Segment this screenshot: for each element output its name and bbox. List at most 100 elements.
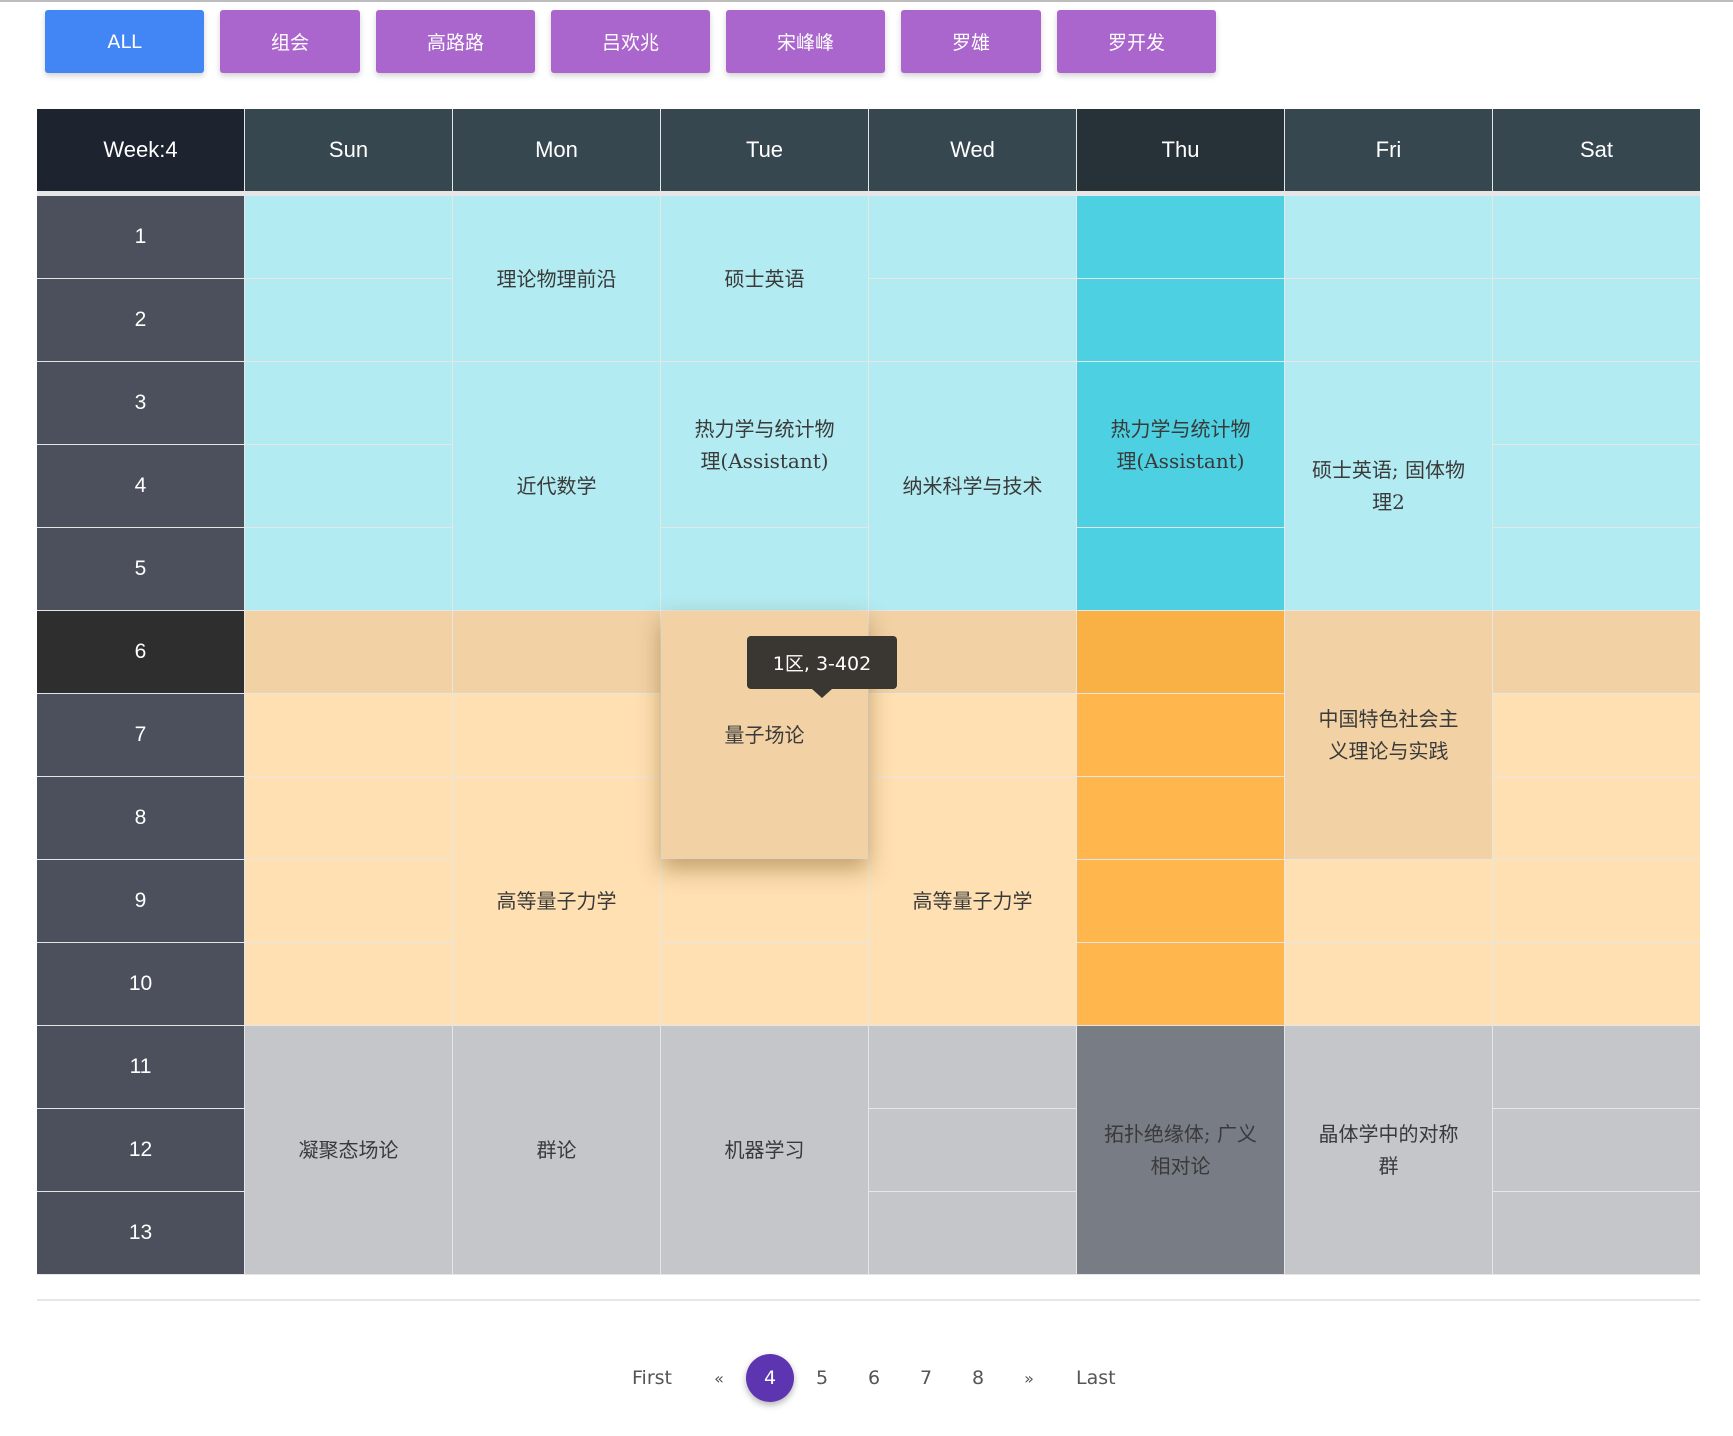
empty-slot[interactable] bbox=[869, 1109, 1076, 1191]
course-name: 凝聚态场论 bbox=[298, 1138, 399, 1162]
empty-slot[interactable] bbox=[1493, 1026, 1700, 1108]
empty-slot[interactable] bbox=[1285, 279, 1492, 361]
empty-slot[interactable] bbox=[1493, 362, 1700, 444]
filter-button[interactable]: 罗雄 bbox=[901, 10, 1041, 73]
course-name: 高等量子力学 bbox=[496, 889, 617, 913]
empty-slot[interactable] bbox=[1077, 196, 1284, 278]
course-name: 硕士英语 bbox=[724, 266, 805, 291]
empty-slot[interactable] bbox=[1077, 611, 1284, 693]
course-cell[interactable]: 机器学习 bbox=[661, 1026, 868, 1274]
day-header-mon: Mon bbox=[453, 109, 660, 191]
empty-slot[interactable] bbox=[869, 196, 1076, 278]
filter-button[interactable]: 罗开发 bbox=[1057, 10, 1216, 73]
empty-slot[interactable] bbox=[245, 196, 452, 278]
period-header: 4 bbox=[37, 445, 244, 527]
course-cell[interactable]: 高等量子力学 bbox=[453, 777, 660, 1025]
page-link[interactable]: 6 bbox=[848, 1354, 900, 1402]
empty-slot[interactable] bbox=[1493, 445, 1700, 527]
empty-slot[interactable] bbox=[869, 1026, 1076, 1108]
empty-slot[interactable] bbox=[1077, 694, 1284, 776]
empty-slot[interactable] bbox=[661, 528, 868, 610]
empty-slot[interactable] bbox=[869, 279, 1076, 361]
course-name: 硕士英语; 固体物理2 bbox=[1311, 458, 1466, 514]
empty-slot[interactable] bbox=[1285, 860, 1492, 942]
day-header-tue: Tue bbox=[661, 109, 868, 191]
empty-slot[interactable] bbox=[245, 528, 452, 610]
next-page-link[interactable]: » bbox=[1004, 1354, 1054, 1402]
filter-button[interactable]: 宋峰峰 bbox=[726, 10, 885, 73]
page-link[interactable]: 5 bbox=[796, 1354, 848, 1402]
empty-slot[interactable] bbox=[1493, 860, 1700, 942]
empty-slot[interactable] bbox=[1493, 611, 1700, 693]
empty-slot[interactable] bbox=[245, 362, 452, 444]
empty-slot[interactable] bbox=[1493, 694, 1700, 776]
last-page-link[interactable]: Last bbox=[1054, 1354, 1138, 1402]
empty-slot[interactable] bbox=[245, 445, 452, 527]
filter-all-button[interactable]: ALL bbox=[45, 10, 204, 73]
course-name: 纳米科学与技术 bbox=[902, 474, 1043, 498]
empty-slot[interactable] bbox=[1493, 777, 1700, 859]
empty-slot[interactable] bbox=[245, 860, 452, 942]
course-cell[interactable]: 群论 bbox=[453, 1026, 660, 1274]
course-name: 中国特色社会主义理论与实践 bbox=[1318, 707, 1459, 763]
empty-slot[interactable] bbox=[1285, 196, 1492, 278]
course-cell[interactable]: 硕士英语; 固体物理2 bbox=[1285, 362, 1492, 610]
prev-page-link[interactable]: « bbox=[694, 1354, 744, 1402]
location-tooltip: 1区, 3-402 bbox=[747, 636, 897, 689]
empty-slot[interactable] bbox=[1077, 943, 1284, 1025]
empty-slot[interactable] bbox=[661, 860, 868, 942]
course-cell[interactable]: 硕士英语 bbox=[661, 196, 868, 361]
empty-slot[interactable] bbox=[1493, 196, 1700, 278]
empty-slot[interactable] bbox=[1077, 860, 1284, 942]
course-cell[interactable]: 近代数学 bbox=[453, 362, 660, 610]
empty-slot[interactable] bbox=[1493, 279, 1700, 361]
course-cell[interactable]: 晶体学中的对称群 bbox=[1285, 1026, 1492, 1274]
course-cell[interactable]: 热力学与统计物理(Assistant) bbox=[661, 362, 868, 527]
page-link-current[interactable]: 4 bbox=[746, 1354, 794, 1402]
empty-slot[interactable] bbox=[1493, 943, 1700, 1025]
empty-slot[interactable] bbox=[1077, 279, 1284, 361]
empty-slot[interactable] bbox=[245, 694, 452, 776]
period-header: 10 bbox=[37, 943, 244, 1025]
empty-slot[interactable] bbox=[1285, 943, 1492, 1025]
filter-button[interactable]: 高路路 bbox=[376, 10, 535, 73]
empty-slot[interactable] bbox=[245, 611, 452, 693]
empty-slot[interactable] bbox=[1493, 1109, 1700, 1191]
period-header: 9 bbox=[37, 860, 244, 942]
period-header: 13 bbox=[37, 1192, 244, 1274]
period-header: 8 bbox=[37, 777, 244, 859]
course-cell[interactable]: 中国特色社会主义理论与实践 bbox=[1285, 611, 1492, 859]
first-page-link[interactable]: First bbox=[610, 1354, 694, 1402]
empty-slot[interactable] bbox=[453, 694, 660, 776]
day-header-fri: Fri bbox=[1285, 109, 1492, 191]
empty-slot[interactable] bbox=[869, 1192, 1076, 1274]
course-cell[interactable]: 热力学与统计物理(Assistant) bbox=[1077, 362, 1284, 527]
course-cell[interactable]: 凝聚态场论 bbox=[245, 1026, 452, 1274]
empty-slot[interactable] bbox=[661, 943, 868, 1025]
empty-slot[interactable] bbox=[1493, 528, 1700, 610]
empty-slot[interactable] bbox=[245, 279, 452, 361]
period-header: 12 bbox=[37, 1109, 244, 1191]
day-header-wed: Wed bbox=[869, 109, 1076, 191]
course-cell[interactable]: 理论物理前沿 bbox=[453, 196, 660, 361]
period-header: 7 bbox=[37, 694, 244, 776]
day-header-sat: Sat bbox=[1493, 109, 1700, 191]
filter-button[interactable]: 吕欢兆 bbox=[551, 10, 710, 73]
course-cell[interactable]: 拓扑绝缘体; 广义相对论 bbox=[1077, 1026, 1284, 1274]
empty-slot[interactable] bbox=[1077, 528, 1284, 610]
course-name: 理论物理前沿 bbox=[496, 266, 617, 291]
page-link[interactable]: 7 bbox=[900, 1354, 952, 1402]
empty-slot[interactable] bbox=[453, 611, 660, 693]
page-link[interactable]: 8 bbox=[952, 1354, 1004, 1402]
empty-slot[interactable] bbox=[245, 777, 452, 859]
empty-slot[interactable] bbox=[245, 943, 452, 1025]
course-name: 高等量子力学 bbox=[912, 889, 1033, 913]
course-name: 机器学习 bbox=[724, 1138, 805, 1162]
empty-slot[interactable] bbox=[1493, 1192, 1700, 1274]
filter-button[interactable]: 组会 bbox=[220, 10, 360, 73]
course-cell[interactable]: 纳米科学与技术 bbox=[869, 362, 1076, 610]
empty-slot[interactable] bbox=[1077, 777, 1284, 859]
empty-slot[interactable] bbox=[869, 611, 1076, 693]
course-cell[interactable]: 高等量子力学 bbox=[869, 777, 1076, 1025]
empty-slot[interactable] bbox=[869, 694, 1076, 776]
